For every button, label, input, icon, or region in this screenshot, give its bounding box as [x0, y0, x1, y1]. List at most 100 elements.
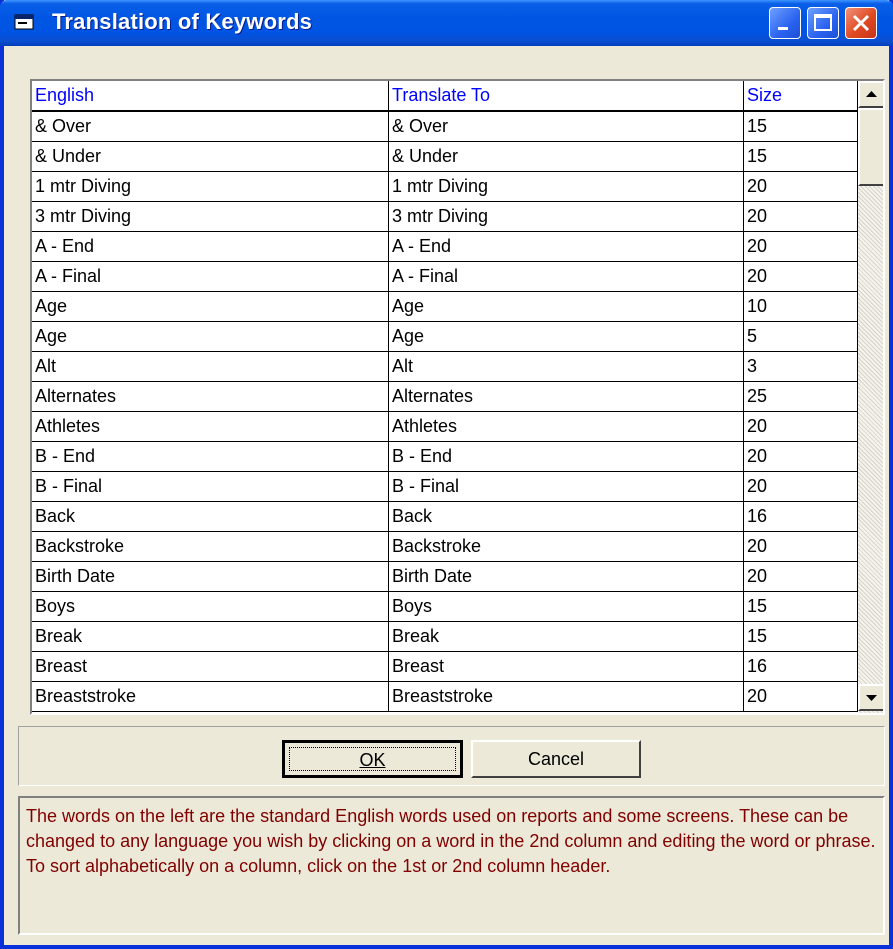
table-row[interactable]: B - Final B - Final 20 — [32, 472, 858, 502]
grid-body: English Translate To Size & Over & Over 15… — [32, 81, 858, 713]
cell-english[interactable]: Athletes — [32, 412, 389, 442]
cell-translate-to[interactable]: A - Final — [389, 262, 744, 292]
close-button[interactable] — [845, 7, 877, 39]
vertical-scrollbar[interactable] — [858, 81, 883, 713]
cell-size[interactable]: 20 — [744, 172, 858, 202]
cell-size[interactable]: 20 — [744, 682, 858, 712]
minimize-button[interactable] — [769, 7, 801, 39]
cell-translate-to[interactable]: Age — [389, 292, 744, 322]
column-header-translate-to[interactable]: Translate To — [389, 81, 744, 112]
cell-translate-to[interactable]: Breast — [389, 652, 744, 682]
minimize-icon — [778, 27, 788, 30]
table-row[interactable]: Breaststroke Breaststroke 20 — [32, 682, 858, 712]
table-row[interactable]: Break Break 15 — [32, 622, 858, 652]
cell-translate-to[interactable]: & Over — [389, 112, 744, 142]
cell-translate-to[interactable]: Breaststroke — [389, 682, 744, 712]
cell-size[interactable]: 15 — [744, 622, 858, 652]
cell-size[interactable]: 15 — [744, 142, 858, 172]
cell-english[interactable]: B - Final — [32, 472, 389, 502]
title-bar[interactable]: Translation of Keywords — [0, 0, 893, 46]
cell-translate-to[interactable]: Break — [389, 622, 744, 652]
cancel-button[interactable]: Cancel — [471, 740, 641, 778]
table-row[interactable]: Birth Date Birth Date 20 — [32, 562, 858, 592]
cell-english[interactable]: Back — [32, 502, 389, 532]
cell-english[interactable]: 3 mtr Diving — [32, 202, 389, 232]
cell-translate-to[interactable]: Alternates — [389, 382, 744, 412]
cell-size[interactable]: 20 — [744, 262, 858, 292]
cell-english[interactable]: Break — [32, 622, 389, 652]
cell-translate-to[interactable]: Boys — [389, 592, 744, 622]
cell-english[interactable]: Breaststroke — [32, 682, 389, 712]
table-row[interactable]: Age Age 10 — [32, 292, 858, 322]
table-row[interactable]: Athletes Athletes 20 — [32, 412, 858, 442]
cell-size[interactable]: 15 — [744, 592, 858, 622]
scroll-up-button[interactable] — [858, 81, 883, 108]
cell-english[interactable]: Age — [32, 322, 389, 352]
table-row[interactable]: & Under & Under 15 — [32, 142, 858, 172]
cell-translate-to[interactable]: Age — [389, 322, 744, 352]
cell-english[interactable]: & Over — [32, 112, 389, 142]
cell-english[interactable]: Birth Date — [32, 562, 389, 592]
keywords-grid[interactable]: English Translate To Size & Over & Over 15… — [30, 79, 885, 715]
cell-english[interactable]: A - End — [32, 232, 389, 262]
cell-translate-to[interactable]: Backstroke — [389, 532, 744, 562]
table-row[interactable]: 1 mtr Diving 1 mtr Diving 20 — [32, 172, 858, 202]
table-row[interactable]: Back Back 16 — [32, 502, 858, 532]
cell-size[interactable]: 10 — [744, 292, 858, 322]
cell-translate-to[interactable]: 1 mtr Diving — [389, 172, 744, 202]
cell-english[interactable]: A - Final — [32, 262, 389, 292]
cell-english[interactable]: 1 mtr Diving — [32, 172, 389, 202]
table-row[interactable]: & Over & Over 15 — [32, 112, 858, 142]
table-row[interactable]: Boys Boys 15 — [32, 592, 858, 622]
cell-translate-to[interactable]: B - End — [389, 442, 744, 472]
cell-translate-to[interactable]: Alt — [389, 352, 744, 382]
cell-translate-to[interactable]: Athletes — [389, 412, 744, 442]
column-header-size[interactable]: Size — [744, 81, 858, 112]
cell-translate-to[interactable]: 3 mtr Diving — [389, 202, 744, 232]
cell-translate-to[interactable]: B - Final — [389, 472, 744, 502]
maximize-icon — [814, 14, 832, 31]
cell-size[interactable]: 20 — [744, 562, 858, 592]
cell-english[interactable]: Alternates — [32, 382, 389, 412]
cell-size[interactable]: 20 — [744, 202, 858, 232]
table-row[interactable]: A - Final A - Final 20 — [32, 262, 858, 292]
cell-size[interactable]: 16 — [744, 502, 858, 532]
cell-english[interactable]: Boys — [32, 592, 389, 622]
cell-size[interactable]: 5 — [744, 322, 858, 352]
cell-translate-to[interactable]: A - End — [389, 232, 744, 262]
table-row[interactable]: Age Age 5 — [32, 322, 858, 352]
cell-translate-to[interactable]: & Under — [389, 142, 744, 172]
cell-size[interactable]: 20 — [744, 412, 858, 442]
cancel-button-label: Cancel — [527, 749, 585, 769]
cell-english[interactable]: B - End — [32, 442, 389, 472]
maximize-button[interactable] — [807, 7, 839, 39]
cell-size[interactable]: 20 — [744, 442, 858, 472]
cell-english[interactable]: Breast — [32, 652, 389, 682]
ok-button[interactable]: OK — [282, 740, 463, 778]
cell-size[interactable]: 3 — [744, 352, 858, 382]
cell-english[interactable]: & Under — [32, 142, 389, 172]
table-row[interactable]: Backstroke Backstroke 20 — [32, 532, 858, 562]
scroll-thumb[interactable] — [858, 108, 883, 186]
cell-size[interactable]: 16 — [744, 652, 858, 682]
cell-size[interactable]: 25 — [744, 382, 858, 412]
cell-translate-to[interactable]: Back — [389, 502, 744, 532]
table-row[interactable]: Breast Breast 16 — [32, 652, 858, 682]
cell-english[interactable]: Backstroke — [32, 532, 389, 562]
table-row[interactable]: Alternates Alternates 25 — [32, 382, 858, 412]
table-row[interactable]: 3 mtr Diving 3 mtr Diving 20 — [32, 202, 858, 232]
table-row[interactable]: Alt Alt 3 — [32, 352, 858, 382]
cell-english[interactable]: Age — [32, 292, 389, 322]
cell-size[interactable]: 20 — [744, 472, 858, 502]
table-row[interactable]: A - End A - End 20 — [32, 232, 858, 262]
table-row[interactable]: B - End B - End 20 — [32, 442, 858, 472]
cell-translate-to[interactable]: Birth Date — [389, 562, 744, 592]
cell-size[interactable]: 20 — [744, 232, 858, 262]
cell-size[interactable]: 15 — [744, 112, 858, 142]
cell-size[interactable]: 20 — [744, 532, 858, 562]
cell-english[interactable]: Alt — [32, 352, 389, 382]
close-icon — [852, 14, 870, 32]
arrow-down-icon — [866, 695, 877, 701]
column-header-english[interactable]: English — [32, 81, 389, 112]
scroll-down-button[interactable] — [858, 684, 883, 711]
